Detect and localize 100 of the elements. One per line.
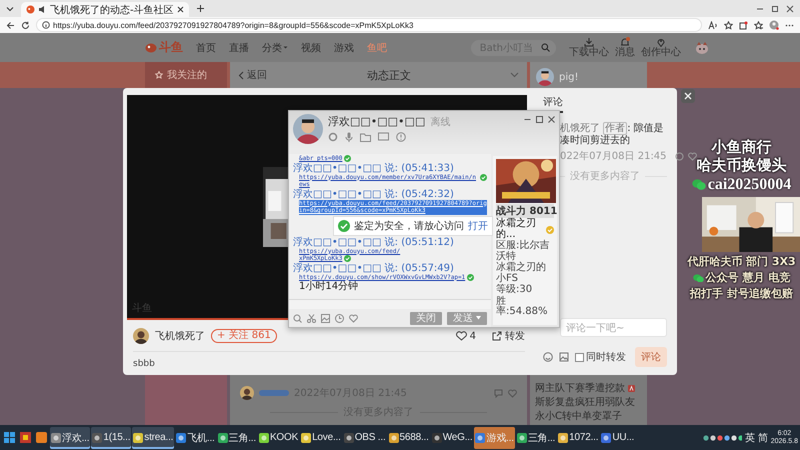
screenshot-icon[interactable]	[293, 314, 302, 322]
browser-tab[interactable]: 飞机饿死了的动态-斗鱼社区	[21, 2, 189, 17]
fish-logo-icon	[145, 42, 157, 53]
taskbar-item[interactable]: 飞机...	[175, 426, 216, 448]
caret-down-icon	[283, 45, 288, 50]
star-icon	[155, 71, 163, 79]
check-icon[interactable]	[467, 274, 474, 280]
mascot-icon	[694, 40, 710, 54]
reload-icon[interactable]	[21, 20, 30, 30]
check-icon[interactable]	[480, 174, 487, 180]
app-icon	[92, 432, 102, 442]
scissors-icon[interactable]	[307, 314, 316, 322]
sidebar-item[interactable]: 我关注的	[145, 62, 227, 88]
overlay-caption: 代肝哈夫币 部门 3X3	[687, 254, 796, 270]
taskbar-item[interactable]: 5688...	[388, 426, 430, 448]
app-icon	[558, 432, 568, 442]
maximize-icon[interactable]	[771, 4, 779, 12]
app-icon	[51, 432, 61, 442]
app-icon	[176, 432, 186, 442]
open-link[interactable]: 打开	[468, 218, 488, 232]
overlay-caption: 招打手 封号追缴包赔	[690, 286, 793, 302]
close-icon[interactable]	[176, 6, 184, 13]
folder-icon[interactable]	[360, 132, 371, 142]
microphone-icon[interactable]	[345, 132, 353, 142]
app-icon	[432, 432, 442, 442]
minimize-icon[interactable]	[524, 116, 531, 123]
taskbar-item[interactable]: OBS ...	[342, 426, 387, 448]
message-sender: 浮欢□□•□□•□□ 说: (05:51:12)	[293, 236, 455, 248]
input-method-indicator[interactable]: 英	[744, 430, 755, 444]
image-icon[interactable]	[321, 314, 330, 322]
comment-time: 022年07月08日 21:45	[560, 150, 667, 163]
taskbar-item[interactable]: strea...	[132, 426, 174, 448]
wechat-icon	[692, 274, 704, 282]
contact-status: 离线	[430, 116, 450, 129]
emoji-icon[interactable]	[543, 352, 553, 362]
app-icon	[475, 432, 486, 442]
location-pin-icon	[656, 37, 666, 47]
alert-icon[interactable]	[396, 132, 406, 142]
maximize-icon[interactable]	[536, 116, 543, 123]
app-icon	[258, 432, 269, 442]
profile-icon[interactable]	[769, 20, 779, 30]
input-method-indicator[interactable]: 简	[758, 430, 768, 444]
search-icon	[541, 43, 550, 52]
read-aloud-icon[interactable]	[708, 20, 718, 30]
close-button[interactable]	[681, 89, 695, 103]
address-bar[interactable]: https://yuba.douyu.com/feed/2037927091927804789?origin=8&groupId=556&scode=xPmK5XpLoKk3	[36, 18, 702, 32]
close-icon[interactable]	[548, 116, 555, 123]
overlay-caption: 小鱼商行	[712, 139, 772, 157]
bell-icon	[620, 37, 630, 47]
taskbar-item[interactable]: UU...	[600, 426, 636, 448]
taskbar-item[interactable]: 1(15...	[91, 426, 132, 448]
clock-icon[interactable]	[335, 314, 344, 322]
check-circle-icon	[338, 220, 350, 232]
app-icon	[388, 432, 399, 442]
favorites-icon[interactable]	[754, 20, 763, 30]
heart-icon[interactable]	[456, 331, 467, 341]
hot-badge-icon	[628, 384, 635, 392]
taskbar-item[interactable]: KOOK	[258, 426, 300, 448]
toast-text: 鉴定为安全，请放心访问	[354, 220, 464, 232]
level-badge	[259, 390, 289, 396]
like-count: 4	[470, 330, 476, 342]
overlay-caption: 哈夫币换馒头	[696, 157, 786, 175]
close-icon[interactable]	[786, 4, 794, 12]
chevron-left-icon	[238, 70, 244, 80]
taskbar-item[interactable]: 三角...	[516, 426, 556, 448]
app-icon	[301, 432, 312, 442]
user-name: pig!	[559, 72, 578, 82]
check-icon[interactable]	[344, 155, 352, 162]
share-label[interactable]: 转发	[505, 329, 525, 343]
badge-icon	[546, 226, 554, 234]
taskbar-item[interactable]: 1072...	[557, 426, 600, 448]
app-icon[interactable]	[36, 432, 47, 443]
site-logo: 斗鱼	[159, 39, 183, 56]
wechat-icon	[692, 178, 706, 190]
contact-name: 浮欢□□•□□•□□	[328, 114, 426, 129]
star-icon[interactable]	[724, 20, 733, 30]
back-button[interactable]: 返回	[238, 68, 267, 82]
screen-icon[interactable]	[378, 132, 389, 142]
speaker-icon	[38, 5, 47, 14]
status-icons-drawing[interactable]	[702, 432, 742, 442]
app-icon	[218, 432, 228, 442]
forward-checkbox[interactable]: 同时转发	[575, 350, 626, 364]
taskbar-item[interactable]: 浮欢...	[50, 426, 90, 448]
share-icon[interactable]	[492, 331, 502, 341]
overlay-caption: 公众号 慧月 电竞	[706, 270, 790, 286]
check-icon[interactable]	[344, 255, 352, 262]
start-icon[interactable]	[4, 432, 15, 443]
message-sender: 浮欢□□•□□•□□ 说: (05:41:33)	[293, 162, 455, 174]
extension-icon[interactable]	[739, 20, 748, 30]
taskbar-item[interactable]: WeG...	[430, 426, 474, 448]
message-sender: 浮欢□□•□□•□□ 说: (05:42:32)	[293, 188, 455, 200]
taskbar-item[interactable]: 三角...	[216, 426, 257, 448]
end-of-list-note: 没有更多内容了	[570, 170, 640, 183]
back-arrow-icon[interactable]	[6, 20, 15, 30]
image-icon[interactable]	[559, 352, 569, 362]
message-input[interactable]	[289, 299, 491, 309]
new-tab-icon[interactable]	[196, 4, 205, 13]
app-icon[interactable]	[20, 432, 31, 443]
taskbar-item[interactable]: Love...	[300, 426, 342, 448]
caret-down-icon[interactable]	[6, 4, 14, 12]
